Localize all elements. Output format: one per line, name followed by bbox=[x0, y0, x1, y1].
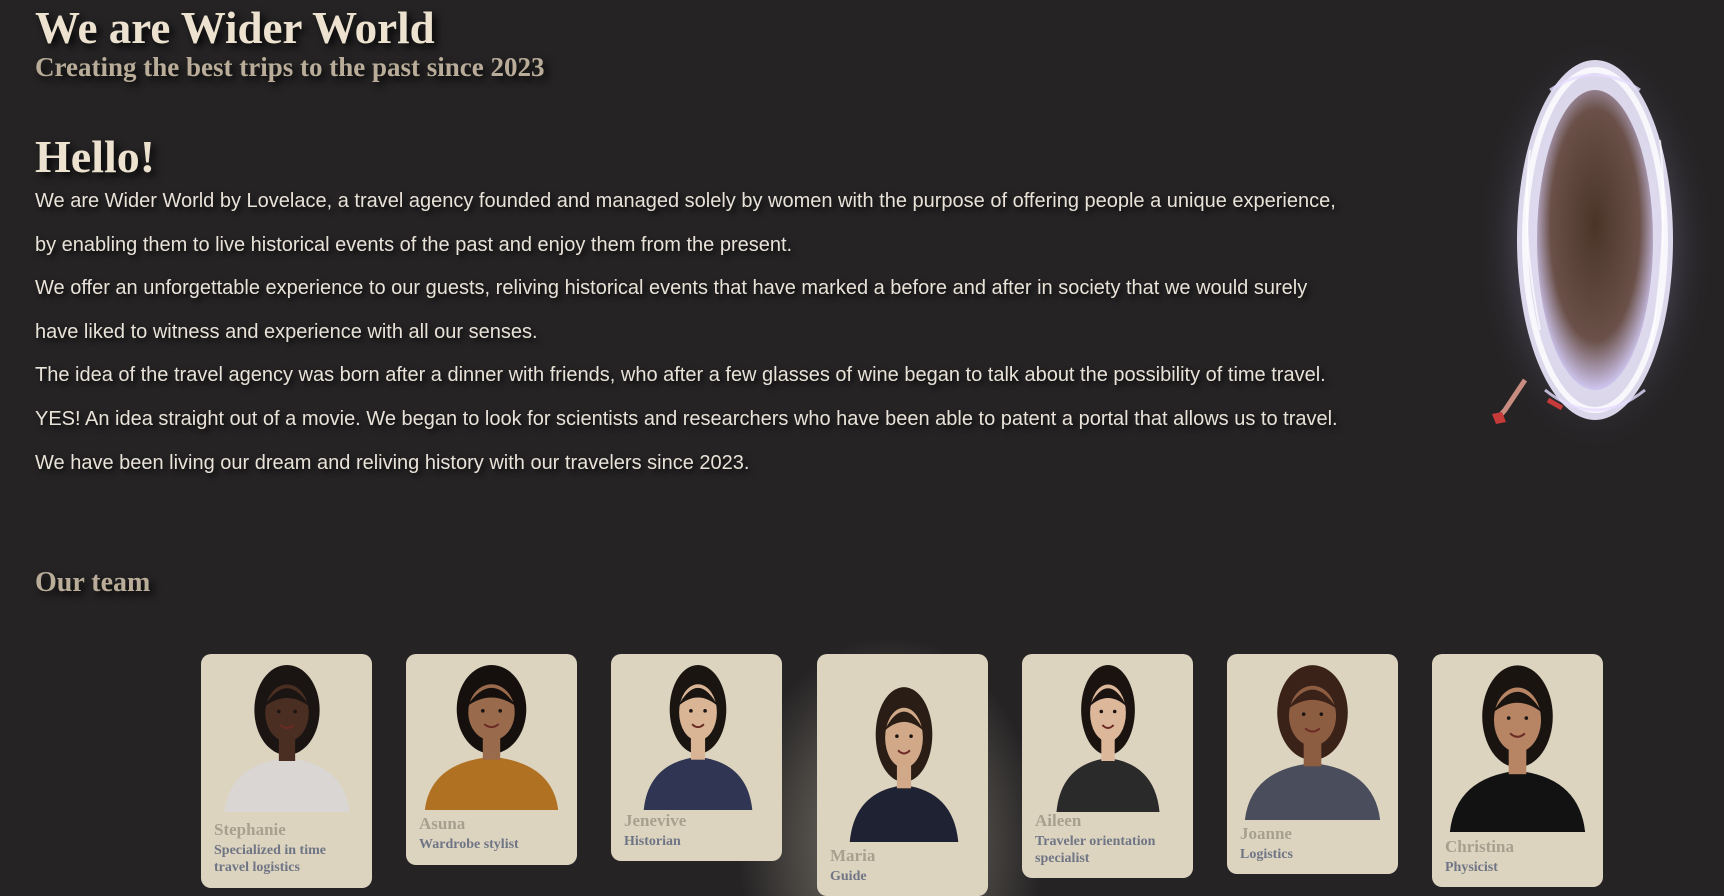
page-title: We are Wider World bbox=[35, 3, 435, 53]
member-photo bbox=[1444, 662, 1591, 832]
about-line: We offer an unforgettable experience to … bbox=[35, 277, 1308, 300]
member-role: Specialized in time travel logistics bbox=[214, 843, 326, 875]
time-portal-illustration bbox=[1470, 30, 1720, 470]
about-line: have liked to witness and experience wit… bbox=[35, 320, 538, 343]
member-role: Wardrobe stylist bbox=[419, 837, 519, 852]
member-name: Maria bbox=[830, 846, 876, 865]
team-card-asuna[interactable]: Asuna Wardrobe stylist bbox=[406, 654, 577, 865]
team-card-joanne[interactable]: Joanne Logistics bbox=[1227, 654, 1398, 874]
about-text: We are Wider World by Lovelace, a travel… bbox=[35, 187, 1405, 492]
team-card-stephanie[interactable]: Stephanie Specialized in time travel log… bbox=[201, 654, 372, 888]
member-name: Stephanie bbox=[214, 820, 286, 839]
member-role: Physicist bbox=[1445, 860, 1498, 875]
team-heading: Our team bbox=[35, 567, 151, 598]
member-role: Logistics bbox=[1240, 847, 1293, 862]
member-photo bbox=[845, 684, 963, 842]
member-name: Jenevive bbox=[624, 811, 687, 830]
hello-heading: Hello! bbox=[35, 131, 156, 182]
team-card-jenevive[interactable]: Jenevive Historian bbox=[611, 654, 782, 861]
member-role: Guide bbox=[830, 869, 867, 884]
about-line: We have been living our dream and relivi… bbox=[35, 451, 750, 474]
member-photo bbox=[639, 662, 757, 810]
team-card-aileen[interactable]: Aileen Traveler orientation specialist bbox=[1022, 654, 1193, 878]
member-photo bbox=[1052, 662, 1164, 812]
member-name: Asuna bbox=[419, 814, 466, 833]
member-role: Traveler orientation specialist bbox=[1035, 834, 1156, 866]
member-photo bbox=[419, 662, 564, 810]
team-card-christina[interactable]: Christina Physicist bbox=[1432, 654, 1603, 887]
member-name: Aileen bbox=[1035, 811, 1082, 830]
about-line: We are Wider World by Lovelace, a travel… bbox=[35, 190, 1336, 212]
about-line: by enabling them to live historical even… bbox=[35, 233, 793, 256]
member-name: Christina bbox=[1445, 837, 1514, 856]
team-card-maria[interactable]: Maria Guide bbox=[817, 654, 988, 896]
member-role: Historian bbox=[624, 834, 681, 849]
member-name: Joanne bbox=[1240, 824, 1292, 843]
about-line: The idea of the travel agency was born a… bbox=[35, 364, 1326, 387]
page-subtitle: Creating the best trips to the past sinc… bbox=[35, 52, 545, 82]
about-line: YES! An idea straight out of a movie. We… bbox=[35, 407, 1338, 430]
member-photo bbox=[219, 662, 355, 812]
member-photo bbox=[1239, 662, 1386, 820]
